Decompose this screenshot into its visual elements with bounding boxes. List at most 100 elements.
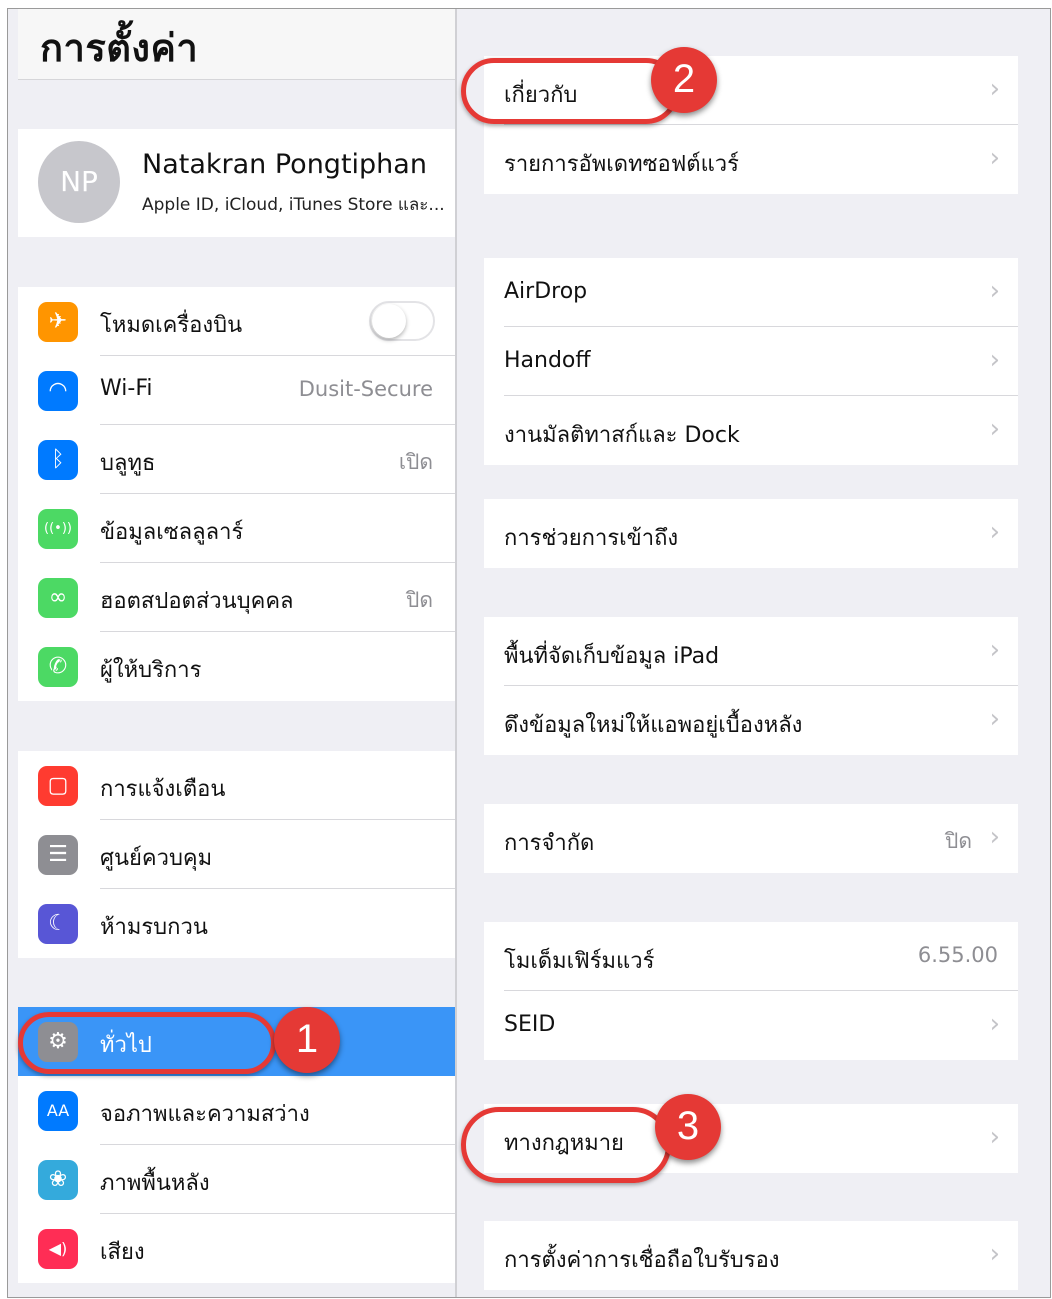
chevron-right-icon: › bbox=[989, 414, 1000, 444]
detail-row-value: ปิด bbox=[945, 829, 972, 853]
connectivity-group: ✈ โหมดเครื่องบิน ◠ Wi-Fi Dusit-Secure ᛒ บลูทูธ… bbox=[18, 287, 455, 701]
detail-group: การจำกัด ปิด › bbox=[484, 804, 1018, 873]
detail-row[interactable]: การตั้งค่าการเชื่อถือใบรับรอง › bbox=[484, 1221, 1018, 1290]
detail-row-label: SEID bbox=[504, 1012, 556, 1037]
sidebar-item-label: ห้ามรบกวน bbox=[100, 915, 208, 940]
chevron-right-icon: › bbox=[989, 1122, 1000, 1152]
chevron-right-icon: › bbox=[989, 1009, 1000, 1039]
detail-group: การตั้งค่าการเชื่อถือใบรับรอง › bbox=[484, 1221, 1018, 1290]
airplane-mode-toggle[interactable] bbox=[369, 301, 435, 341]
annotation-oval-1 bbox=[18, 1012, 276, 1074]
page-title: การตั้งค่า bbox=[40, 26, 199, 70]
apple-id-profile[interactable]: NP Natakran Pongtiphan Apple ID, iCloud,… bbox=[18, 129, 455, 237]
sidebar-item[interactable]: ▢ การแจ้งเตือน bbox=[18, 751, 455, 820]
chevron-right-icon: › bbox=[989, 635, 1000, 665]
chevron-right-icon: › bbox=[989, 143, 1000, 173]
sidebar-item-label: ผู้ให้บริการ bbox=[100, 658, 202, 683]
detail-row-value: 6.55.00 bbox=[917, 943, 998, 967]
sidebar-item[interactable]: ☾ ห้ามรบกวน bbox=[18, 889, 455, 958]
chevron-right-icon: › bbox=[989, 345, 1000, 375]
detail-group: โมเด็มเฟิร์มแวร์ 6.55.00 SEID › bbox=[484, 922, 1018, 1060]
detail-row[interactable]: ดึงข้อมูลใหม่ให้แอพอยู่เบื้องหลัง › bbox=[484, 686, 1018, 755]
notifications-icon: ▢ bbox=[38, 766, 78, 806]
wallpaper-icon: ❀ bbox=[38, 1160, 78, 1200]
profile-subtitle: Apple ID, iCloud, iTunes Store และ... bbox=[142, 195, 445, 215]
detail-row[interactable]: AirDrop › bbox=[484, 258, 1018, 327]
avatar: NP bbox=[38, 141, 120, 223]
sidebar-item[interactable]: ☰ ศูนย์ควบคุม bbox=[18, 820, 455, 889]
detail-row-label: โมเด็มเฟิร์มแวร์ bbox=[504, 949, 655, 974]
sidebar-item[interactable]: ∞ ฮอตสปอตส่วนบุคคล ปิด bbox=[18, 563, 455, 632]
sidebar-item[interactable]: ❀ ภาพพื้นหลัง bbox=[18, 1145, 455, 1214]
detail-row-label: ดึงข้อมูลใหม่ให้แอพอยู่เบื้องหลัง bbox=[504, 713, 803, 738]
detail-row[interactable]: พื้นที่จัดเก็บข้อมูล iPad › bbox=[484, 617, 1018, 686]
hotspot-icon: ∞ bbox=[38, 578, 78, 618]
sidebar-item-value: Dusit-Secure bbox=[298, 377, 433, 401]
sidebar-item-label: จอภาพและความสว่าง bbox=[100, 1102, 310, 1127]
sidebar-item-label: เสียง bbox=[100, 1240, 145, 1265]
profile-name: Natakran Pongtiphan bbox=[142, 149, 427, 180]
sidebar-item-label: Wi-Fi bbox=[100, 376, 153, 401]
detail-group: การช่วยการเข้าถึง › bbox=[484, 499, 1018, 568]
sidebar-item[interactable]: ✆ ผู้ให้บริการ bbox=[18, 632, 455, 701]
settings-sidebar: การตั้งค่า NP Natakran Pongtiphan Apple … bbox=[18, 9, 455, 1297]
annotation-oval-2 bbox=[461, 58, 679, 124]
annotation-badge-3: 3 bbox=[655, 1094, 721, 1160]
sidebar-header: การตั้งค่า bbox=[18, 9, 455, 80]
detail-row-label: การช่วยการเข้าถึง bbox=[504, 526, 679, 551]
detail-row[interactable]: งานมัลติทาสก์และ Dock › bbox=[484, 396, 1018, 465]
wifi-icon: ◠ bbox=[38, 371, 78, 411]
sidebar-item-label: ศูนย์ควบคุม bbox=[100, 846, 213, 871]
sidebar-item-value: ปิด bbox=[406, 588, 433, 612]
detail-row-label: รายการอัพเดทซอฟต์แวร์ bbox=[504, 152, 739, 177]
sidebar-item-label: ข้อมูลเซลลูลาร์ bbox=[100, 520, 244, 545]
toggle-knob bbox=[372, 304, 406, 338]
control-center-icon: ☰ bbox=[38, 835, 78, 875]
detail-row[interactable]: SEID › bbox=[484, 991, 1018, 1060]
notifications-group: ▢ การแจ้งเตือน ☰ ศูนย์ควบคุม ☾ ห้ามรบกวน bbox=[18, 751, 455, 958]
phone-icon: ✆ bbox=[38, 647, 78, 687]
sidebar-item-label: ฮอตสปอตส่วนบุคคล bbox=[100, 589, 294, 614]
sidebar-item[interactable]: ◠ Wi-Fi Dusit-Secure bbox=[18, 356, 455, 425]
sidebar-item[interactable]: AA จอภาพและความสว่าง bbox=[18, 1076, 455, 1145]
moon-icon: ☾ bbox=[38, 904, 78, 944]
chevron-right-icon: › bbox=[989, 276, 1000, 306]
chevron-right-icon: › bbox=[989, 822, 1000, 852]
sidebar-item-label: การแจ้งเตือน bbox=[100, 777, 226, 802]
detail-row-label: Handoff bbox=[504, 348, 591, 373]
sidebar-item[interactable]: ✈ โหมดเครื่องบิน bbox=[18, 287, 455, 356]
bluetooth-icon: ᛒ bbox=[38, 440, 78, 480]
sidebar-item-label: โหมดเครื่องบิน bbox=[100, 313, 243, 338]
annotation-badge-2: 2 bbox=[651, 47, 717, 113]
sidebar-item[interactable]: ◀) เสียง bbox=[18, 1214, 455, 1283]
detail-row[interactable]: การช่วยการเข้าถึง › bbox=[484, 499, 1018, 568]
chevron-right-icon: › bbox=[989, 74, 1000, 104]
display-icon: AA bbox=[38, 1091, 78, 1131]
annotation-badge-1: 1 bbox=[274, 1007, 340, 1073]
sidebar-item[interactable]: ((•)) ข้อมูลเซลลูลาร์ bbox=[18, 494, 455, 563]
sidebar-item-label: บลูทูธ bbox=[100, 451, 156, 476]
detail-row[interactable]: โมเด็มเฟิร์มแวร์ 6.55.00 bbox=[484, 922, 1018, 991]
cellular-icon: ((•)) bbox=[38, 509, 78, 549]
detail-group: พื้นที่จัดเก็บข้อมูล iPad › ดึงข้อมูลใหม่ใ… bbox=[484, 617, 1018, 755]
detail-row[interactable]: Handoff › bbox=[484, 327, 1018, 396]
sound-icon: ◀) bbox=[38, 1229, 78, 1269]
chevron-right-icon: › bbox=[989, 1239, 1000, 1269]
detail-row[interactable]: การจำกัด ปิด › bbox=[484, 804, 1018, 873]
detail-row-label: พื้นที่จัดเก็บข้อมูล iPad bbox=[504, 644, 720, 669]
screenshot-frame: การตั้งค่า NP Natakran Pongtiphan Apple … bbox=[7, 8, 1051, 1298]
detail-row-label: การตั้งค่าการเชื่อถือใบรับรอง bbox=[504, 1248, 780, 1273]
chevron-right-icon: › bbox=[989, 517, 1000, 547]
detail-row-label: การจำกัด bbox=[504, 831, 595, 856]
detail-row-label: AirDrop bbox=[504, 279, 588, 304]
airplane-icon: ✈ bbox=[38, 302, 78, 342]
chevron-right-icon: › bbox=[989, 704, 1000, 734]
sidebar-item-value: เปิด bbox=[398, 450, 433, 474]
sidebar-item-label: ภาพพื้นหลัง bbox=[100, 1171, 210, 1196]
detail-row[interactable]: รายการอัพเดทซอฟต์แวร์ › bbox=[484, 125, 1018, 194]
detail-group: AirDrop › Handoff › งานมัลติทาสก์และ Dock › bbox=[484, 258, 1018, 465]
general-detail-pane: เกี่ยวกับ › รายการอัพเดทซอฟต์แวร์ › AirDrop ›… bbox=[457, 9, 1050, 1297]
sidebar-item[interactable]: ᛒ บลูทูธ เปิด bbox=[18, 425, 455, 494]
annotation-oval-3 bbox=[461, 1107, 671, 1183]
detail-row-label: งานมัลติทาสก์และ Dock bbox=[504, 423, 740, 448]
